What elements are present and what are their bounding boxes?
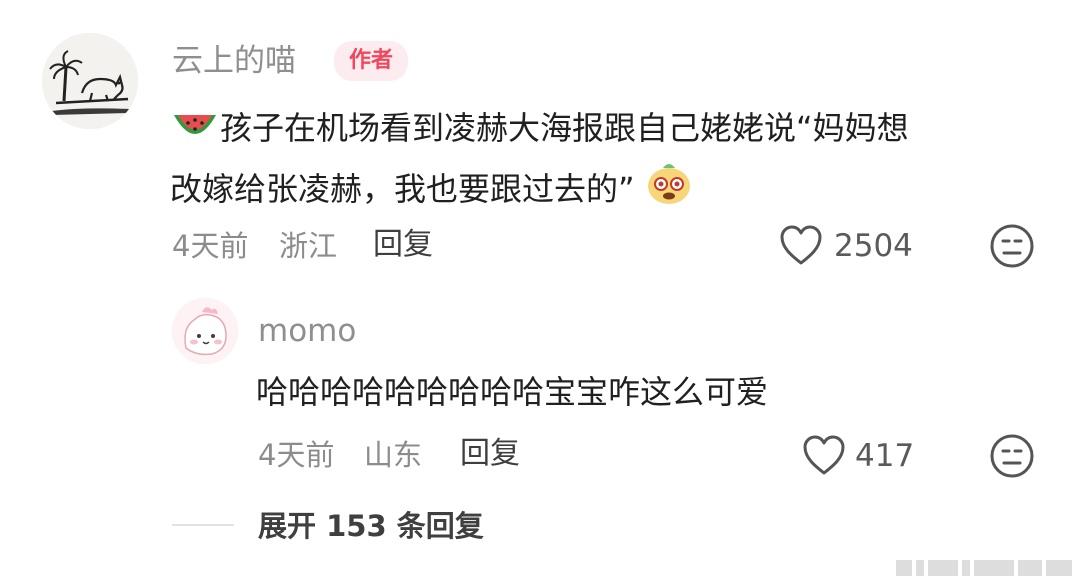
reply-location: 山东 [364, 438, 423, 472]
expand-divider [172, 524, 234, 526]
heart-icon [778, 223, 824, 271]
comment-location: 浙江 [279, 229, 338, 263]
comment-reply-button[interactable]: 回复 [373, 227, 433, 263]
author-avatar[interactable] [42, 33, 138, 129]
reply-like-count: 417 [855, 438, 915, 474]
reply-username[interactable]: momo [258, 313, 356, 349]
comment-text-line-1: 孩子在机场看到凌赫大海报跟自己姥姥说“妈妈想 [220, 109, 909, 147]
author-badge: 作者 [334, 41, 409, 81]
reply-like-button[interactable]: 417 [801, 433, 931, 479]
comment-time: 4天前 [172, 229, 249, 263]
reply-time: 4天前 [258, 438, 335, 472]
watermark-logo [896, 556, 1074, 580]
cute-face-sticker-icon [645, 160, 693, 221]
reply-text: 哈哈哈哈哈哈哈哈哈宝宝咋这么可爱 [256, 373, 769, 411]
expand-replies-button[interactable]: 展开 153 条回复 [258, 508, 484, 544]
reply-dislike-icon[interactable] [988, 432, 1036, 480]
reply-avatar[interactable] [172, 298, 238, 364]
heart-icon [801, 433, 847, 481]
reply-reply-button[interactable]: 回复 [460, 436, 520, 472]
comment-like-button[interactable]: 2504 [778, 223, 928, 269]
watermelon-icon [170, 108, 220, 160]
comment-dislike-icon[interactable] [988, 222, 1036, 270]
comment-username[interactable]: 云上的喵 [172, 43, 296, 79]
comment-text: 孩子在机场看到凌赫大海报跟自己姥姥说“妈妈想 改嫁给张凌赫，我也要跟过去的” [170, 102, 1050, 221]
comment-like-count: 2504 [834, 228, 913, 264]
comment-text-line-2: 改嫁给张凌赫，我也要跟过去的” [170, 170, 635, 208]
